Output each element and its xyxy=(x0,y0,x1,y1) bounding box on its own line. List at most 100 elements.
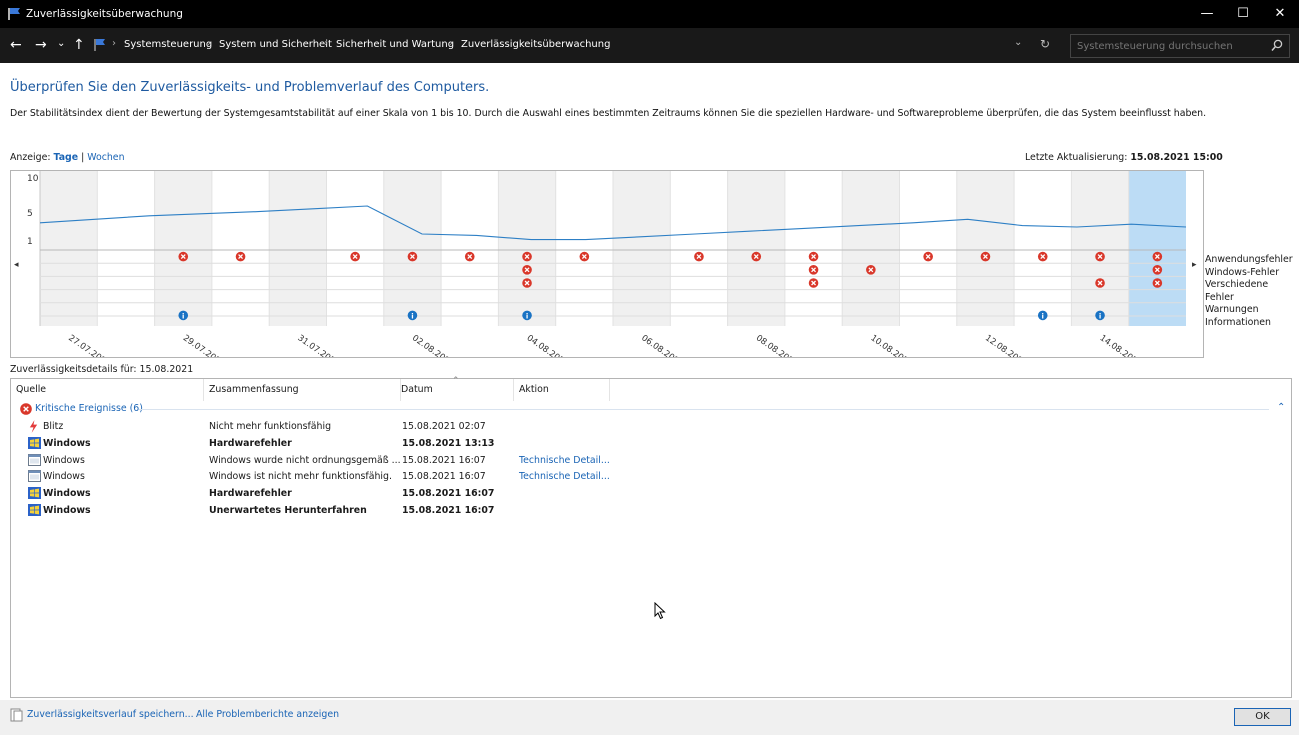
window-app-icon xyxy=(28,453,41,469)
ok-button[interactable]: OK xyxy=(1234,708,1291,726)
close-button[interactable]: ✕ xyxy=(1262,0,1298,28)
y-tick-label: 5 xyxy=(27,209,33,219)
search-box[interactable] xyxy=(1070,34,1290,58)
view-label: Anzeige: xyxy=(10,152,51,163)
row-summary: Unerwartetes Herunterfahren xyxy=(209,505,367,516)
windows-logo-icon xyxy=(28,487,41,502)
search-icon xyxy=(1271,39,1283,51)
row-date: 15.08.2021 13:13 xyxy=(402,437,495,449)
windows-logo-icon xyxy=(28,504,41,519)
up-button[interactable]: ↑ xyxy=(73,37,85,53)
scroll-right-button[interactable]: ▸ xyxy=(1192,260,1197,270)
legend-misc-errors: Verschiedene Fehler xyxy=(1205,279,1269,303)
view-selector: Anzeige: Tage | Wochen xyxy=(10,152,125,163)
breadcrumb-systemsteuerung[interactable]: Systemsteuerung xyxy=(124,39,212,50)
table-row[interactable]: Windows Hardwarefehler 15.08.2021 13:13 xyxy=(11,435,1291,452)
footer-bar: Zuverlässigkeitsverlauf speichern... All… xyxy=(0,700,1299,735)
x-date-label: 29.07.2021 xyxy=(181,333,227,357)
row-summary: Hardwarefehler xyxy=(209,437,292,449)
table-row[interactable]: Windows Hardwarefehler 15.08.2021 16:07 xyxy=(11,485,1291,502)
last-update-value: 15.08.2021 15:00 xyxy=(1130,152,1223,163)
row-date: 15.08.2021 16:07 xyxy=(402,454,486,466)
collapse-group-icon[interactable]: ⌃ xyxy=(1277,402,1285,413)
save-document-icon xyxy=(10,708,23,722)
back-button[interactable]: ← xyxy=(10,37,22,53)
row-source: Windows xyxy=(43,488,91,500)
info-marker-glyph: i xyxy=(1042,312,1044,320)
legend-windows-errors: Windows-Fehler xyxy=(1205,266,1280,278)
info-marker-glyph: i xyxy=(182,312,184,320)
x-date-label: 08.08.2021 xyxy=(754,333,800,357)
windows-logo-icon xyxy=(28,436,41,452)
row-source: Windows xyxy=(43,505,91,516)
table-row[interactable]: Windows Windows wurde nicht ordnungsgemäß… xyxy=(11,452,1291,469)
table-row[interactable]: Windows Windows ist nicht mehr funktionsf… xyxy=(11,468,1291,485)
maximize-button[interactable]: ☐ xyxy=(1225,0,1261,28)
title-bar: Zuverlässigkeitsüberwachung — ☐ ✕ xyxy=(0,0,1299,28)
mouse-pointer-icon xyxy=(654,602,666,620)
page-description: Der Stabilitätsindex dient der Bewertung… xyxy=(10,108,1207,119)
x-date-label: 12.08.2021 xyxy=(983,333,1029,357)
stability-chart-svg: 10 5 1 ◂ ▸ i i i i i 27.07.2021 29.07.2021 31.07.202… xyxy=(11,171,1197,357)
x-date-label: 31.07.2021 xyxy=(295,333,341,357)
breadcrumb-separator: › xyxy=(207,38,211,49)
refresh-button[interactable]: ↻ xyxy=(1040,37,1050,51)
row-summary: Windows wurde nicht ordnungsgemäß ... xyxy=(209,454,401,466)
row-summary: Hardwarefehler xyxy=(209,488,292,500)
window-title: Zuverlässigkeitsüberwachung xyxy=(26,8,183,20)
recent-locations-button[interactable]: ⌄ xyxy=(57,38,65,49)
all-problem-reports-link[interactable]: Alle Problemberichte anzeigen xyxy=(196,709,339,720)
last-update-label: Letzte Aktualisierung: xyxy=(1025,152,1128,163)
row-action-link[interactable]: Technische Detail... xyxy=(519,471,610,482)
row-date: 15.08.2021 16:07 xyxy=(402,471,486,483)
view-days-link[interactable]: Tage xyxy=(54,152,79,163)
last-update: Letzte Aktualisierung: 15.08.2021 15:00 xyxy=(1025,152,1223,163)
y-tick-label: 1 xyxy=(27,237,33,247)
chart-legend: Anwendungsfehler Windows-Fehler Verschie… xyxy=(1205,254,1299,330)
x-date-label: 14.08.2021 xyxy=(1098,333,1144,357)
row-date: 15.08.2021 16:07 xyxy=(402,505,495,516)
stability-chart[interactable]: 10 5 1 ◂ ▸ i i i i i 27.07.2021 29.07.2021 31.07.202… xyxy=(10,170,1204,358)
lightning-icon xyxy=(28,420,39,436)
row-source: Windows xyxy=(43,437,91,449)
table-row[interactable]: Blitz Nicht mehr funktionsfähig 15.08.2021… xyxy=(11,418,1291,435)
table-row[interactable]: Windows Unerwartetes Herunterfahren 15.08.… xyxy=(11,502,1291,519)
info-marker-glyph: i xyxy=(1099,312,1101,320)
row-date: 15.08.2021 16:07 xyxy=(402,488,495,500)
events-table: Quelle Zusammenfassung Datum ⌃ Aktion Kr… xyxy=(10,376,1292,698)
search-input[interactable] xyxy=(1077,39,1267,53)
forward-button[interactable]: → xyxy=(35,37,47,53)
minimize-button[interactable]: — xyxy=(1189,0,1225,28)
view-separator: | xyxy=(81,152,85,163)
save-history-link[interactable]: Zuverlässigkeitsverlauf speichern... xyxy=(27,709,194,720)
info-marker-glyph: i xyxy=(411,312,413,320)
critical-error-icon xyxy=(20,403,32,415)
scroll-left-button[interactable]: ◂ xyxy=(14,260,19,270)
details-label: Zuverlässigkeitsdetails für: 15.08.2021 xyxy=(10,364,194,375)
address-dropdown-button[interactable]: ⌄ xyxy=(1014,37,1022,48)
row-source: Windows xyxy=(43,454,85,466)
x-date-label: 10.08.2021 xyxy=(868,333,914,357)
info-marker-glyph: i xyxy=(526,312,528,320)
legend-application-errors: Anwendungsfehler xyxy=(1205,254,1293,265)
breadcrumb-zuverlaessigkeitsueberwachung[interactable]: Zuverlässigkeitsüberwachung xyxy=(461,39,610,50)
reliability-monitor-window: Zuverlässigkeitsüberwachung — ☐ ✕ ← → ⌄ … xyxy=(0,0,1299,735)
row-date: 15.08.2021 02:07 xyxy=(402,421,486,432)
page-title: Überprüfen Sie den Zuverlässigkeits- und… xyxy=(10,80,490,95)
address-bar[interactable]: › Systemsteuerung › System und Sicherhei… xyxy=(90,35,1060,57)
navigation-bar: ← → ⌄ ↑ › Systemsteuerung › System und S… xyxy=(0,28,1299,63)
y-tick-label: 10 xyxy=(27,174,39,184)
row-action-link[interactable]: Technische Detail... xyxy=(519,455,610,466)
column-header-summary[interactable]: Zusammenfassung xyxy=(204,379,401,401)
breadcrumb-sicherheit-und-wartung[interactable]: Sicherheit und Wartung xyxy=(336,39,454,50)
x-date-label: 27.07.2021 xyxy=(66,333,112,357)
row-source: Blitz xyxy=(43,421,64,432)
group-critical-events[interactable]: Kritische Ereignisse (6) ⌃ xyxy=(11,401,1291,418)
view-weeks-link[interactable]: Wochen xyxy=(87,152,124,163)
row-summary: Windows ist nicht mehr funktionsfähig. xyxy=(209,471,392,483)
column-header-source[interactable]: Quelle xyxy=(11,379,204,401)
x-date-label: 06.08.2021 xyxy=(639,333,685,357)
group-label: Kritische Ereignisse (6) xyxy=(35,403,143,414)
breadcrumb-system-und-sicherheit[interactable]: System und Sicherheit xyxy=(219,39,332,50)
column-header-action[interactable]: Aktion xyxy=(514,379,610,401)
